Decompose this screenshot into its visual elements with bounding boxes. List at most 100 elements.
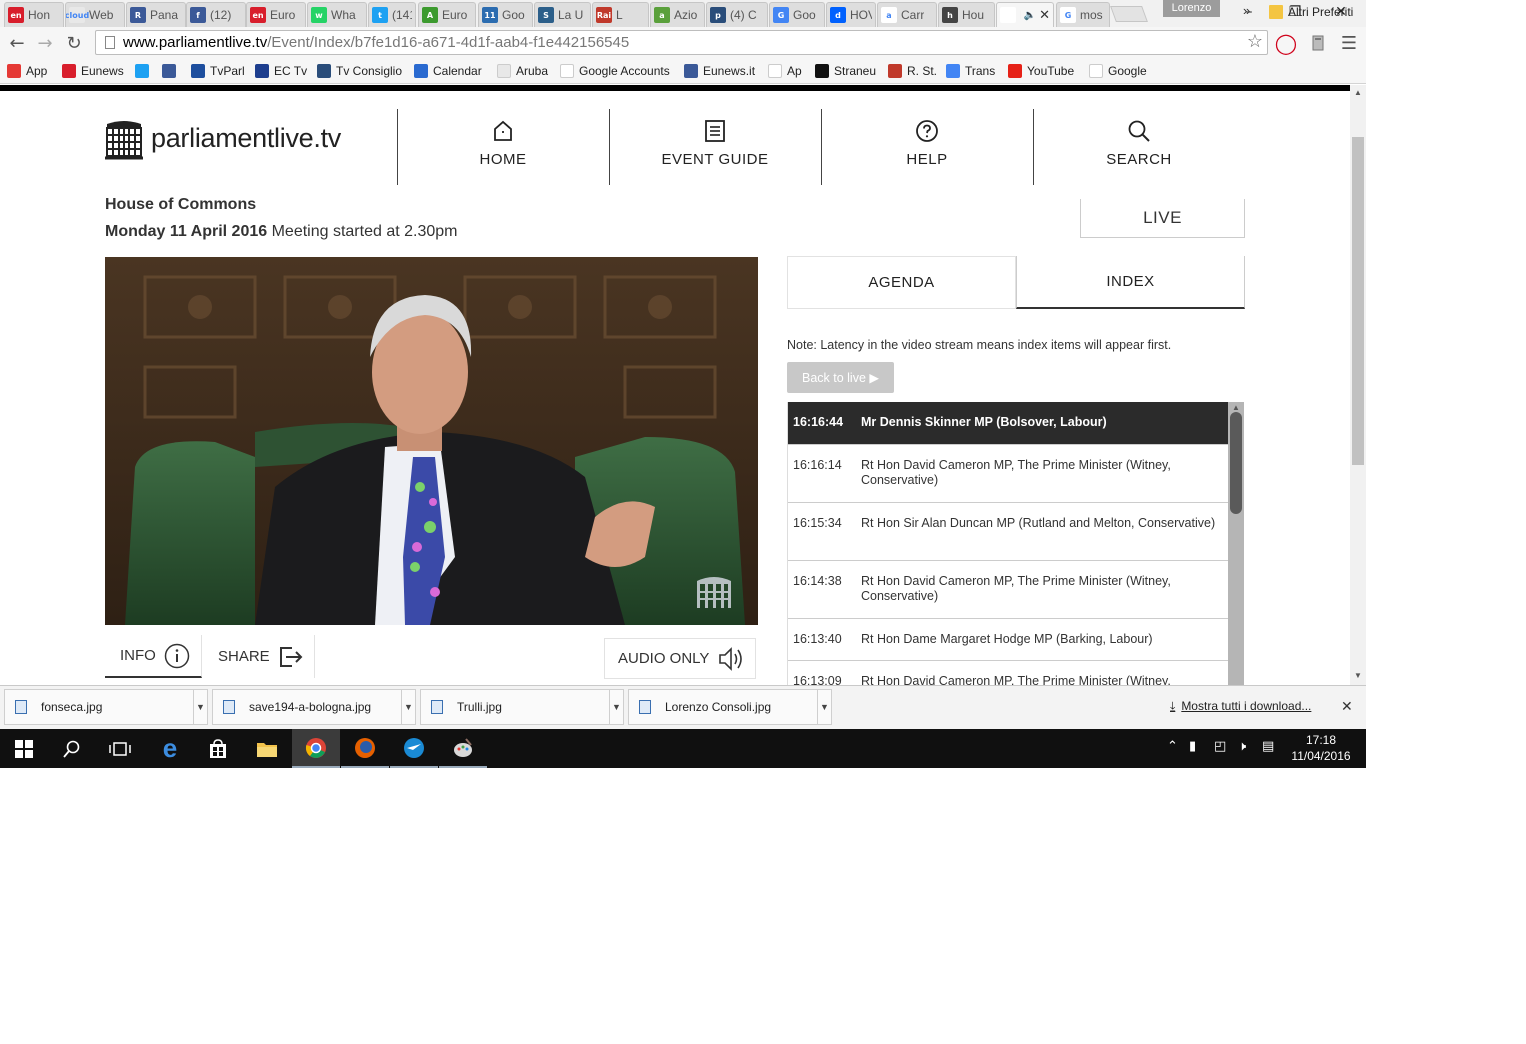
- index-item[interactable]: 16:14:38 Rt Hon David Cameron MP, The Pri…: [788, 561, 1228, 619]
- index-item[interactable]: 16:13:40 Rt Hon Dame Margaret Hodge MP (B…: [788, 619, 1228, 661]
- browser-tab[interactable]: t (141: [368, 2, 416, 27]
- download-item[interactable]: fonseca.jpg ▼: [4, 689, 208, 725]
- bookmarks-overflow-chevron[interactable]: »: [1243, 3, 1250, 18]
- scroll-up-arrow-icon[interactable]: ▲: [1232, 403, 1240, 412]
- browser-tab[interactable]: a Azio: [650, 2, 705, 27]
- volume-icon[interactable]: 🕨: [1238, 739, 1246, 754]
- page-scroll-thumb[interactable]: [1352, 137, 1364, 465]
- bookmark-star-icon[interactable]: ☆: [1247, 31, 1263, 52]
- wifi-icon[interactable]: ◰: [1214, 739, 1226, 754]
- nav-search[interactable]: SEARCH: [1039, 119, 1239, 169]
- index-item[interactable]: 16:16:14 Rt Hon David Cameron MP, The Pri…: [788, 445, 1228, 503]
- bookmark-item[interactable]: Tv Consiglio: [317, 62, 402, 80]
- store-icon[interactable]: [194, 729, 242, 768]
- info-button[interactable]: INFO: [105, 635, 202, 678]
- video-player[interactable]: [105, 257, 758, 625]
- bookmark-item[interactable]: Calendar: [414, 62, 482, 80]
- page-scrollbar[interactable]: ▲ ▼: [1350, 85, 1366, 685]
- download-item[interactable]: Lorenzo Consoli.jpg ▼: [628, 689, 832, 725]
- index-scrollbar[interactable]: ▲: [1228, 402, 1244, 685]
- new-tab-button[interactable]: [1110, 6, 1148, 22]
- index-item[interactable]: 16:15:34 Rt Hon Sir Alan Duncan MP (Rutla…: [788, 503, 1228, 561]
- forward-arrow-icon[interactable]: →: [33, 31, 57, 55]
- browser-tab[interactable]: h Hou: [938, 2, 995, 27]
- site-logo[interactable]: parliamentlive.tv: [105, 116, 341, 160]
- tab-agenda[interactable]: AGENDA: [787, 256, 1016, 309]
- bookmark-item[interactable]: [162, 62, 181, 80]
- start-icon[interactable]: [0, 729, 48, 768]
- browser-tab[interactable]: cloud Web: [65, 2, 125, 27]
- extension-icon[interactable]: [1306, 31, 1330, 55]
- bookmark-item[interactable]: App: [7, 62, 47, 80]
- index-item[interactable]: 16:16:44 Mr Dennis Skinner MP (Bolsover, …: [788, 402, 1228, 445]
- bookmark-item[interactable]: Straneu: [815, 62, 876, 80]
- close-downloads-icon[interactable]: ✕: [1341, 698, 1353, 715]
- browser-tab[interactable]: d HOV: [826, 2, 876, 27]
- nav-help[interactable]: HELP: [827, 119, 1027, 169]
- browser-tab[interactable]: a Carr: [877, 2, 937, 27]
- reload-icon[interactable]: ↻: [62, 31, 86, 55]
- other-bookmarks-folder[interactable]: Altri Preferiti: [1269, 3, 1353, 21]
- browser-tab[interactable]: S La U: [534, 2, 591, 27]
- battery-icon[interactable]: ▮: [1189, 739, 1196, 754]
- opera-icon[interactable]: ◯: [1274, 31, 1298, 55]
- address-bar[interactable]: www.parliamentlive.tv/Event/Index/b7fe1d…: [95, 30, 1268, 55]
- mail-app-icon[interactable]: [390, 729, 438, 768]
- bookmark-item[interactable]: Trans: [946, 62, 995, 80]
- search-icon[interactable]: [48, 729, 96, 768]
- chevron-down-icon[interactable]: ▼: [401, 690, 415, 724]
- bookmark-item[interactable]: Eunews.it: [684, 62, 755, 80]
- chevron-down-icon[interactable]: ▼: [193, 690, 207, 724]
- back-to-live-button[interactable]: Back to live ▶: [787, 362, 894, 393]
- chevron-down-icon[interactable]: ▼: [609, 690, 623, 724]
- paint-icon[interactable]: [439, 729, 487, 768]
- audio-only-button[interactable]: AUDIO ONLY: [604, 638, 756, 679]
- index-item[interactable]: 16:13:09 Rt Hon David Cameron MP, The Pri…: [788, 661, 1228, 685]
- browser-tab[interactable]: 11 Goo: [478, 2, 533, 27]
- bookmark-item[interactable]: R. St.: [888, 62, 937, 80]
- browser-tab[interactable]: p (4) C: [706, 2, 768, 27]
- index-scroll-thumb[interactable]: [1230, 412, 1242, 514]
- action-center-icon[interactable]: ▤: [1262, 739, 1274, 754]
- browser-tab[interactable]: f (12): [186, 2, 246, 27]
- browser-tab[interactable]: R Pana: [126, 2, 186, 27]
- task-view-icon[interactable]: [96, 729, 144, 768]
- browser-tab[interactable]: en Hon: [4, 2, 64, 27]
- close-tab-icon[interactable]: ✕: [1039, 7, 1050, 23]
- bookmark-item[interactable]: [135, 62, 154, 80]
- back-arrow-icon[interactable]: ←: [5, 31, 29, 55]
- chrome-icon[interactable]: [292, 729, 340, 768]
- show-all-downloads-link[interactable]: ⤓ Mostra tutti i download...: [1170, 699, 1311, 714]
- bookmark-item[interactable]: Eunews: [62, 62, 124, 80]
- browser-tab[interactable]: A Euro: [418, 2, 476, 27]
- bookmark-item[interactable]: Google Accounts: [560, 62, 670, 80]
- download-item[interactable]: Trulli.jpg ▼: [420, 689, 624, 725]
- page-scroll-up-icon[interactable]: ▲: [1354, 88, 1362, 97]
- browser-tab[interactable]: Rai L: [592, 2, 649, 27]
- browser-tab[interactable]: G Goo: [769, 2, 825, 27]
- nav-event-guide[interactable]: EVENT GUIDE: [615, 119, 815, 169]
- bookmark-item[interactable]: EC Tv: [255, 62, 307, 80]
- firefox-icon[interactable]: [341, 729, 389, 768]
- bookmark-item[interactable]: TvParl: [191, 62, 245, 80]
- show-hidden-icons-chevron-icon[interactable]: ⌃: [1167, 739, 1178, 754]
- download-item[interactable]: save194-a-bologna.jpg ▼: [212, 689, 416, 725]
- bookmark-item[interactable]: Google: [1089, 62, 1147, 80]
- taskbar-clock[interactable]: 17:18 11/04/2016: [1290, 732, 1352, 764]
- bookmark-item[interactable]: Aruba: [497, 62, 548, 80]
- browser-tab[interactable]: Pa🔈✕: [996, 2, 1054, 27]
- bookmark-item[interactable]: YouTube: [1008, 62, 1074, 80]
- menu-icon[interactable]: ☰: [1337, 31, 1361, 55]
- file-explorer-icon[interactable]: [243, 729, 291, 768]
- page-scroll-down-icon[interactable]: ▼: [1354, 671, 1362, 680]
- profile-button[interactable]: Lorenzo: [1163, 0, 1220, 17]
- chevron-down-icon[interactable]: ▼: [817, 690, 831, 724]
- edge-icon[interactable]: e: [146, 729, 194, 768]
- share-button[interactable]: SHARE: [203, 635, 315, 678]
- browser-tab[interactable]: en Euro: [246, 2, 306, 27]
- bookmark-item[interactable]: Ap: [768, 62, 802, 80]
- tab-index[interactable]: INDEX: [1016, 256, 1245, 309]
- nav-home[interactable]: HOME: [403, 119, 603, 169]
- browser-tab[interactable]: Gmos: [1056, 2, 1110, 27]
- browser-tab[interactable]: w Wha: [307, 2, 367, 27]
